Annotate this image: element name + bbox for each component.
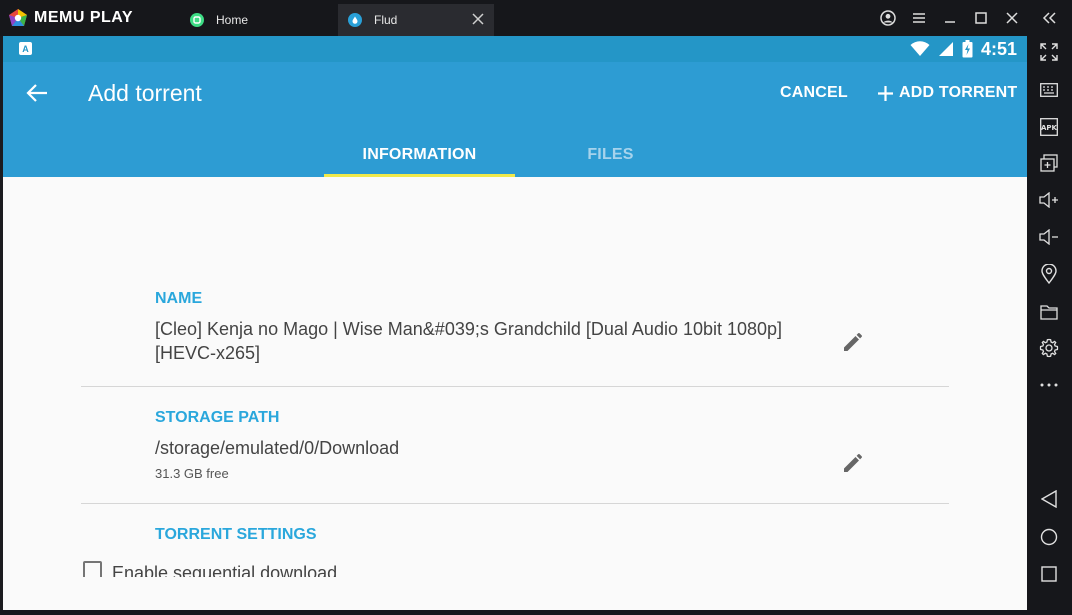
name-label: NAME (155, 290, 203, 307)
storage-section: STORAGE PATH /storage/emulated/0/Downloa… (81, 387, 949, 504)
edit-storage-button[interactable] (840, 450, 866, 476)
tab-files[interactable]: FILES (515, 133, 706, 177)
window-bottom-border (0, 610, 1027, 615)
notification-badge: A (19, 42, 32, 55)
volume-down-icon (1039, 229, 1058, 245)
maximize-button[interactable] (965, 0, 996, 36)
collapse-sidebar-button[interactable] (1027, 0, 1072, 36)
apk-icon-text: APK (1041, 124, 1058, 132)
torrent-settings-label: TORRENT SETTINGS (155, 526, 317, 543)
add-torrent-label: ADD TORRENT (899, 84, 1018, 101)
menu-icon (912, 13, 925, 23)
storage-path-value: /storage/emulated/0/Download (155, 438, 400, 458)
sequential-download-option[interactable]: Enable sequential download (83, 555, 337, 577)
edit-name-button[interactable] (840, 329, 866, 355)
signal-icon (938, 42, 953, 56)
pencil-icon (844, 333, 862, 351)
back-button[interactable] (23, 79, 51, 107)
keyboard-button[interactable] (1035, 76, 1063, 104)
location-button[interactable] (1035, 260, 1063, 288)
memu-gem-icon (9, 9, 27, 26)
tab-flud[interactable]: Flud (338, 4, 494, 36)
sequential-download-checkbox[interactable] (83, 560, 102, 577)
volume-down-button[interactable] (1035, 223, 1063, 251)
torrent-name-value: [Cleo] Kenja no Mago | Wise Man&#039;s G… (155, 319, 783, 363)
install-apk-button[interactable]: APK (1035, 113, 1063, 141)
android-status-bar: A 4:51 (3, 36, 1027, 62)
name-section: NAME [Cleo] Kenja no Mago | Wise Man&#03… (81, 177, 949, 387)
android-recents-button[interactable] (1035, 560, 1063, 588)
close-icon (1005, 12, 1018, 24)
double-chevron-left-icon (1042, 12, 1056, 24)
minimize-icon (944, 21, 955, 23)
account-icon (879, 10, 896, 26)
page-title: Add torrent (88, 80, 202, 106)
maximize-icon (974, 12, 987, 24)
location-icon (1041, 264, 1057, 284)
shared-folder-button[interactable] (1035, 298, 1063, 326)
keyboard-icon (1040, 83, 1058, 97)
close-window-button[interactable] (996, 0, 1027, 36)
storage-path-label: STORAGE PATH (155, 409, 280, 426)
settings-button[interactable] (1035, 334, 1063, 362)
battery-charging-icon (962, 40, 973, 58)
tab-home[interactable]: Home (180, 4, 336, 36)
volume-up-button[interactable] (1035, 186, 1063, 214)
status-icons: 4:51 (910, 38, 1017, 60)
fullscreen-button[interactable] (1035, 38, 1063, 66)
information-panel: NAME [Cleo] Kenja no Mago | Wise Man&#03… (3, 177, 1027, 610)
pencil-icon (844, 454, 862, 472)
android-screen: A 4:51 Add torrent CANCEL ADD TORRENT IN… (3, 36, 1027, 610)
tab-information[interactable]: INFORMATION (324, 133, 515, 177)
free-space-text: 31.3 GB free (155, 466, 229, 481)
plus-icon (878, 85, 893, 101)
emulator-title-bar: MEMU PLAY Home Flud (0, 0, 1072, 36)
cancel-button[interactable]: CANCEL (780, 82, 848, 104)
more-button[interactable] (1035, 371, 1063, 399)
android-home-button[interactable] (1035, 523, 1063, 551)
settings-icon (1039, 338, 1059, 358)
fullscreen-icon (1040, 43, 1058, 61)
clock: 4:51 (980, 38, 1017, 59)
home-app-icon (190, 13, 204, 27)
minimize-button[interactable] (934, 0, 965, 36)
sequential-download-label: Enable sequential download (112, 562, 338, 578)
recents-nav-icon (1041, 566, 1057, 582)
apk-icon: APK (1040, 118, 1058, 136)
multi-window-icon (1040, 154, 1058, 172)
folder-icon (1040, 305, 1058, 320)
emulator-toolbar: APK (1027, 36, 1072, 615)
tab-strip: INFORMATION FILES (324, 133, 706, 177)
brand-name: MEMU PLAY (34, 9, 134, 26)
home-nav-icon (1040, 528, 1058, 546)
menu-button[interactable] (903, 0, 934, 36)
flud-app-icon (348, 13, 362, 27)
add-torrent-button[interactable]: ADD TORRENT (877, 82, 1017, 104)
close-tab-icon[interactable] (472, 13, 484, 25)
more-icon (1040, 383, 1058, 387)
arrow-left-icon (26, 84, 47, 102)
multi-instance-button[interactable] (1035, 149, 1063, 177)
tab-flud-label: Flud (374, 13, 398, 27)
app-bar: Add torrent CANCEL ADD TORRENT INFORMATI… (3, 62, 1027, 177)
window-controls (872, 0, 1072, 36)
wifi-icon (910, 41, 930, 56)
account-button[interactable] (872, 0, 903, 36)
back-nav-icon (1041, 490, 1057, 508)
tab-home-label: Home (216, 13, 249, 27)
volume-up-icon (1039, 192, 1058, 208)
memu-logo: MEMU PLAY (8, 7, 133, 29)
emulator-window: MEMU PLAY Home Flud A 4:51 Add torrent C… (0, 0, 1072, 615)
android-back-button[interactable] (1035, 485, 1063, 513)
